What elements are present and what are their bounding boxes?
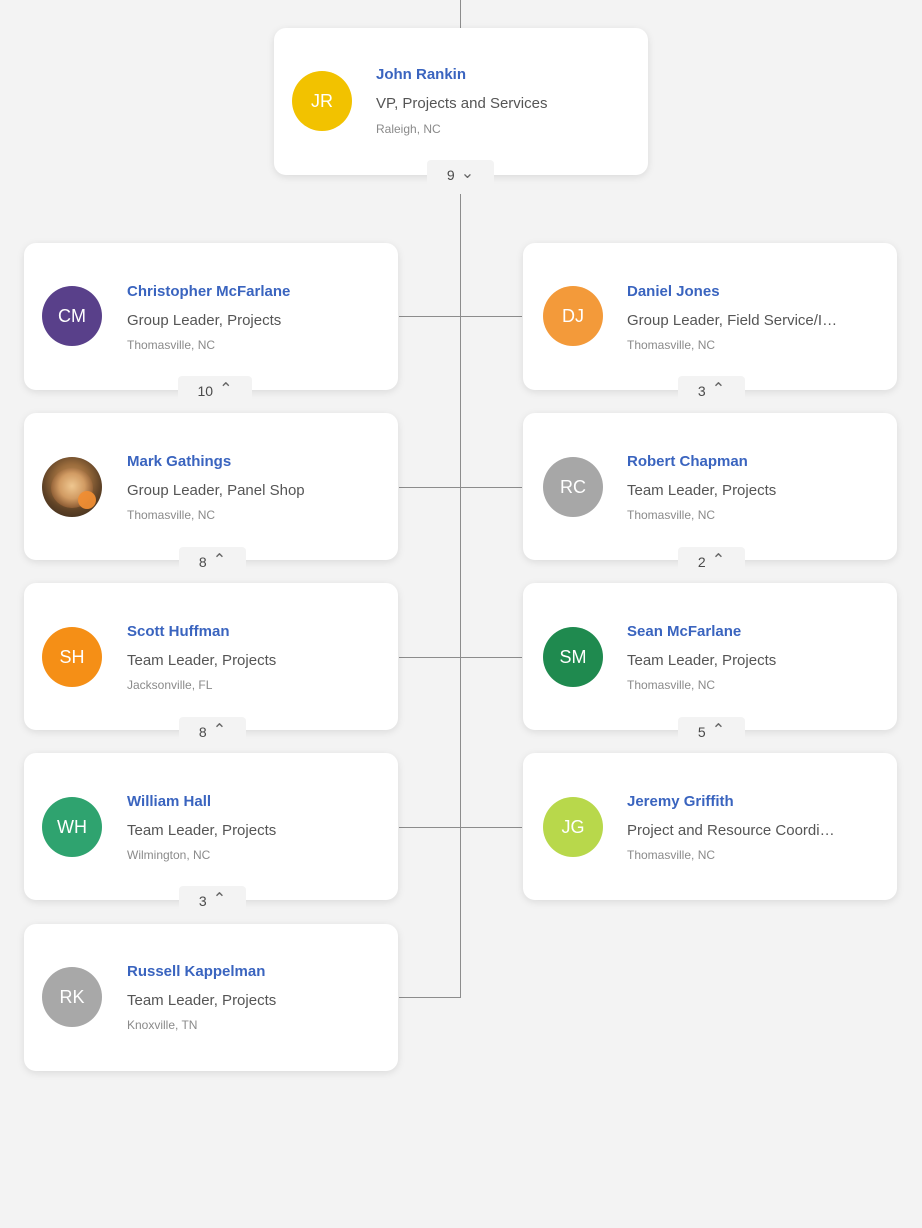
chevron-up-icon: ⌃ [711,552,726,569]
chevron-up-icon: ⌃ [212,891,227,908]
person-name[interactable]: Russell Kappelman [127,963,377,980]
person-location: Wilmington, NC [127,848,211,862]
expand-toggle[interactable]: 3 ⌃ [678,376,745,406]
chevron-up-icon: ⌃ [711,722,726,739]
person-title: Team Leader, Projects [627,652,777,669]
expand-toggle[interactable]: 5 ⌃ [678,717,745,747]
person-location: Jacksonville, FL [127,678,213,692]
person-location: Raleigh, NC [376,122,441,136]
person-location: Thomasville, NC [627,678,716,692]
direct-report-count: 2 [697,554,706,570]
person-name[interactable]: Sean McFarlane [627,623,877,640]
person-card-scott-huffman[interactable]: SH Scott Huffman Team Leader, Projects J… [24,583,398,730]
person-name[interactable]: Christopher McFarlane [127,283,377,300]
person-location: Knoxville, TN [127,1018,198,1032]
expand-toggle[interactable]: 2 ⌃ [678,547,745,577]
person-card-robert-chapman[interactable]: RC Robert Chapman Team Leader, Projects … [523,413,897,560]
person-name[interactable]: Scott Huffman [127,623,377,640]
person-title: Team Leader, Projects [127,822,277,839]
person-title: Team Leader, Projects [127,652,277,669]
expand-toggle[interactable]: 3 ⌃ [179,886,246,916]
person-name[interactable]: William Hall [127,793,377,810]
person-location: Thomasville, NC [127,338,216,352]
avatar-photo [42,457,102,517]
person-card-john-rankin[interactable]: JR John Rankin VP, Projects and Services… [274,28,648,175]
person-location: Thomasville, NC [127,508,216,522]
org-chart-canvas: JR John Rankin VP, Projects and Services… [0,0,922,1228]
person-title: Group Leader, Panel Shop [127,482,305,499]
person-card-sean-mcfarlane[interactable]: SM Sean McFarlane Team Leader, Projects … [523,583,897,730]
direct-report-count: 3 [198,893,207,909]
person-name[interactable]: Robert Chapman [627,453,877,470]
person-name[interactable]: John Rankin [376,66,626,83]
chevron-up-icon: ⌃ [711,381,726,398]
chevron-up-icon: ⌃ [219,381,233,398]
avatar: SM [543,627,603,687]
chevron-up-icon: ⌃ [212,722,227,739]
trunk-line-top [460,0,461,28]
person-name[interactable]: Mark Gathings [127,453,377,470]
person-title: Group Leader, Projects [127,312,282,329]
direct-report-count: 10 [197,383,214,399]
connector-row4 [399,827,522,828]
person-card-christopher-mcfarlane[interactable]: CM Christopher McFarlane Group Leader, P… [24,243,398,390]
connector-row5 [399,997,461,998]
chevron-up-icon: ⌃ [212,552,227,569]
person-card-jeremy-griffith[interactable]: JG Jeremy Griffith Project and Resource … [523,753,897,900]
connector-row3 [399,657,522,658]
connector-row2 [399,487,522,488]
avatar: JR [292,71,352,131]
person-card-russell-kappelman[interactable]: RK Russell Kappelman Team Leader, Projec… [24,924,398,1071]
person-location: Thomasville, NC [627,848,716,862]
trunk-line-main [460,194,461,998]
avatar: RK [42,967,102,1027]
person-title: Group Leader, Field Service/I… [627,312,838,329]
avatar: WH [42,797,102,857]
direct-report-count: 5 [697,724,706,740]
person-name[interactable]: Daniel Jones [627,283,877,300]
person-name[interactable]: Jeremy Griffith [627,793,877,810]
person-title: Team Leader, Projects [127,992,277,1009]
direct-report-count: 8 [198,554,207,570]
person-card-william-hall[interactable]: WH William Hall Team Leader, Projects Wi… [24,753,398,900]
chevron-down-icon: ⌄ [460,165,475,182]
avatar: CM [42,286,102,346]
expand-toggle[interactable]: 8 ⌃ [179,717,246,747]
person-card-daniel-jones[interactable]: DJ Daniel Jones Group Leader, Field Serv… [523,243,897,390]
person-title: VP, Projects and Services [376,95,548,112]
expand-toggle[interactable]: 10 ⌃ [178,376,252,406]
connector-row1 [399,316,522,317]
person-location: Thomasville, NC [627,508,716,522]
person-card-mark-gathings[interactable]: Mark Gathings Group Leader, Panel Shop T… [24,413,398,560]
avatar: DJ [543,286,603,346]
expand-toggle[interactable]: 9 ⌄ [427,160,494,190]
avatar: RC [543,457,603,517]
direct-report-count: 8 [198,724,207,740]
person-location: Thomasville, NC [627,338,716,352]
expand-toggle[interactable]: 8 ⌃ [179,547,246,577]
direct-report-count: 9 [446,167,455,183]
direct-report-count: 3 [697,383,706,399]
person-title: Project and Resource Coordi… [627,822,835,839]
person-title: Team Leader, Projects [627,482,777,499]
avatar: JG [543,797,603,857]
avatar: SH [42,627,102,687]
